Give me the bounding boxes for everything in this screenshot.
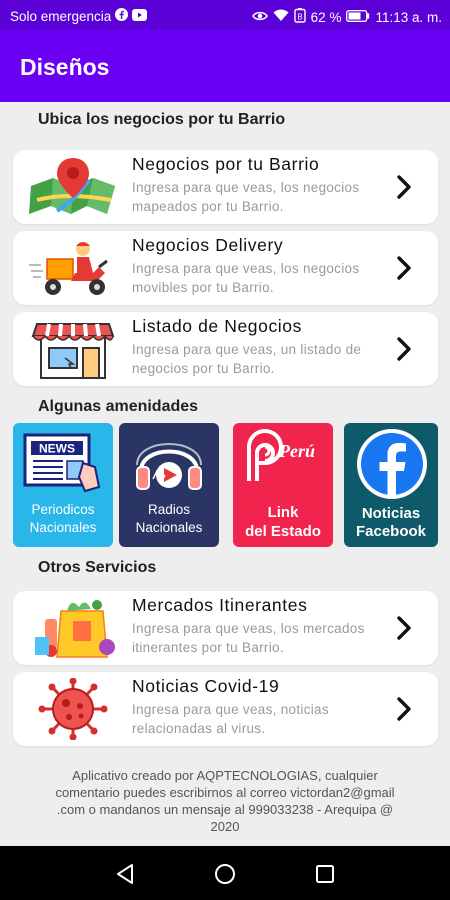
card-negocios-barrio[interactable]: Negocios por tu Barrio Ingresa para que … (13, 150, 438, 224)
card-listado-negocios[interactable]: Listado de Negocios Ingresa para que vea… (13, 312, 438, 386)
tile-periodicos-nacionales[interactable]: NEWS Periodicos Nacionales (13, 423, 113, 547)
home-circle-icon[interactable] (214, 863, 236, 885)
wifi-icon (273, 9, 289, 25)
footer-credits: Aplicativo creado por AQPTECNOLOGIAS, cu… (28, 767, 422, 835)
recents-square-icon[interactable] (314, 863, 336, 885)
tile-label-line2: Facebook (355, 523, 427, 540)
section-title-otros: Otros Servicios (38, 559, 157, 576)
battery-percent: 62 % (310, 9, 342, 25)
card-title: Listado de Negocios (132, 316, 302, 336)
headphones-icon (133, 431, 205, 502)
tile-label-line1: Link (267, 504, 299, 521)
card-description: Ingresa para que veas, los negocios movi… (132, 261, 360, 295)
card-noticias-covid[interactable]: Noticias Covid-19 Ingresa para que veas,… (13, 672, 438, 746)
card-negocios-delivery[interactable]: Negocios Delivery Ingresa para que veas,… (13, 231, 438, 305)
svg-text:B: B (297, 13, 302, 22)
map-pin-icon (27, 156, 119, 218)
tile-label-line2: Nacionales (29, 520, 97, 535)
section-title-amenidades: Algunas amenidades (38, 398, 199, 415)
delivery-scooter-icon (27, 237, 119, 299)
chevron-right-icon (396, 255, 412, 281)
peru-logo-icon: Perú (241, 429, 325, 494)
newspaper-icon: NEWS (23, 433, 103, 498)
tile-label: Noticias Facebook (344, 505, 438, 541)
chevron-right-icon (396, 615, 412, 641)
back-triangle-icon[interactable] (114, 863, 136, 885)
storefront-icon (27, 318, 119, 380)
carrier-text: Solo emergencia (10, 8, 112, 24)
battery-icon (346, 9, 370, 25)
card-title: Mercados Itinerantes (132, 595, 308, 615)
battery-saver-icon: B (293, 8, 306, 26)
section-title-barrio: Ubica los negocios por tu Barrio (38, 111, 286, 128)
chevron-right-icon (396, 336, 412, 362)
tile-noticias-facebook[interactable]: Noticias Facebook (344, 423, 438, 547)
footer-line: Aplicativo creado por AQPTECNOLOGIAS, cu… (72, 768, 378, 783)
tile-label-line1: Noticias (361, 505, 421, 522)
tile-radios-nacionales[interactable]: Radios Nacionales (119, 423, 219, 547)
status-bar: Solo emergencia B 62 % 11:13 a. m. (0, 0, 450, 30)
tile-label-line2: Nacionales (135, 520, 203, 535)
footer-line: 2020 (210, 819, 240, 834)
system-nav-bar (0, 846, 450, 900)
clock-time: 11:13 a. m. (375, 9, 442, 25)
card-description: Ingresa para que veas, un listado de neg… (132, 342, 362, 376)
status-right: B 62 % 11:13 a. m. (251, 8, 442, 26)
card-title: Negocios Delivery (132, 235, 284, 255)
tile-label-line1: Periodicos (31, 502, 95, 517)
virus-icon (27, 677, 119, 741)
eye-comfort-icon (251, 10, 268, 25)
app-title: Diseños (20, 54, 110, 80)
facebook-icon (350, 427, 434, 506)
card-mercados-itinerantes[interactable]: Mercados Itinerantes Ingresa para que ve… (13, 591, 438, 665)
card-description: Ingresa para que veas, noticias relacion… (132, 702, 329, 736)
card-title: Negocios por tu Barrio (132, 154, 320, 174)
tile-label: Link del Estado (233, 503, 333, 541)
youtube-notification-icon (132, 8, 148, 24)
tile-label-line1: Radios (147, 502, 191, 517)
card-description: Ingresa para que veas, los negocios mape… (132, 180, 360, 214)
app-bar: Diseños (0, 30, 450, 102)
news-text: NEWS (39, 442, 75, 456)
tile-link-estado[interactable]: Perú Link del Estado (233, 423, 333, 547)
status-left: Solo emergencia (10, 8, 148, 24)
footer-line: .com o mandanos un mensaje al 999033238 … (56, 802, 394, 817)
tile-label: Radios Nacionales (119, 501, 219, 537)
tile-label-line2: del Estado (245, 523, 321, 540)
grocery-bag-icon (27, 597, 119, 659)
tile-label: Periodicos Nacionales (13, 501, 113, 537)
card-description: Ingresa para que veas, los mercados itin… (132, 621, 365, 655)
chevron-right-icon (396, 696, 412, 722)
chevron-right-icon (396, 174, 412, 200)
card-title: Noticias Covid-19 (132, 676, 280, 696)
footer-line: comentario puedes escribirnos al correo … (55, 785, 395, 800)
peru-text: Perú (278, 441, 315, 461)
facebook-notification-icon (115, 8, 129, 24)
